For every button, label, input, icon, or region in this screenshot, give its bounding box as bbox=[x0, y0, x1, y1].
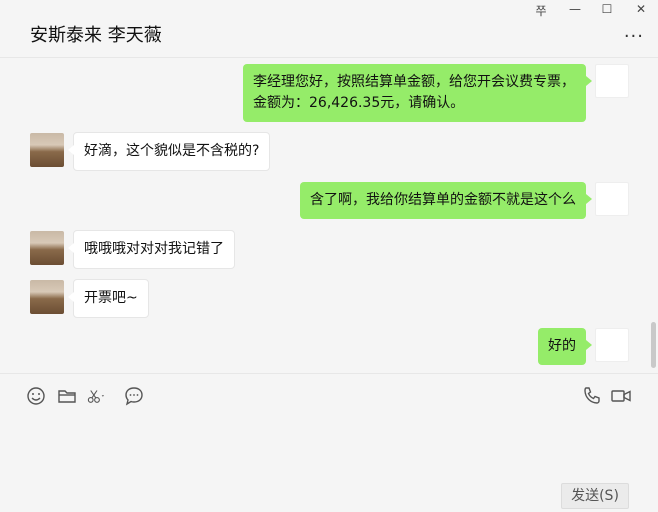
avatar[interactable] bbox=[595, 328, 629, 362]
avatar[interactable] bbox=[30, 133, 64, 167]
message-bubble-other[interactable]: 哦哦哦对对对我记错了 bbox=[68, 230, 235, 269]
phone-icon[interactable] bbox=[581, 385, 603, 407]
send-button[interactable]: 发送(S) bbox=[561, 483, 629, 509]
maximize-button[interactable]: ☐ bbox=[592, 2, 622, 20]
chat-scrollbar[interactable] bbox=[651, 322, 656, 368]
message-bubble-self[interactable]: 李经理您好，按照结算单金额，给您开会议费专票， 金额为：26,426.35元，请… bbox=[243, 64, 592, 122]
message-input[interactable] bbox=[0, 414, 658, 482]
scissors-icon[interactable] bbox=[86, 385, 114, 407]
chat-title: 安斯泰来 李天薇 bbox=[30, 25, 162, 46]
more-options-button[interactable]: ··· bbox=[624, 26, 644, 47]
message-list[interactable]: 李经理您好，按照结算单金额，给您开会议费专票， 金额为：26,426.35元，请… bbox=[0, 59, 658, 373]
message-text-line1: 李经理您好，按照结算单金额，给您开会议费专票， bbox=[253, 74, 575, 90]
message-bubble-other[interactable]: 好滴，这个貌似是不含税的? bbox=[67, 132, 271, 171]
title-bar: 쭈 — ☐ ✕ 安斯泰来 李天薇 ··· bbox=[0, 0, 658, 58]
avatar[interactable] bbox=[30, 231, 64, 265]
message-bubble-self[interactable]: 含了啊，我给你结算单的金额不就是这个么 bbox=[300, 182, 592, 219]
divider bbox=[0, 373, 658, 374]
message-text: 好的 bbox=[548, 338, 576, 354]
emoji-icon[interactable] bbox=[25, 385, 47, 407]
pin-icon[interactable]: 쭈 bbox=[526, 2, 556, 20]
folder-icon[interactable] bbox=[56, 385, 78, 407]
minimize-button[interactable]: — bbox=[560, 2, 590, 20]
avatar[interactable] bbox=[30, 280, 64, 314]
avatar[interactable] bbox=[595, 64, 629, 98]
chat-bubble-icon[interactable] bbox=[123, 385, 145, 407]
message-text: 好滴，这个貌似是不含税的? bbox=[84, 143, 260, 159]
video-icon[interactable] bbox=[610, 385, 632, 407]
message-text: 哦哦哦对对对我记错了 bbox=[84, 241, 224, 257]
message-text: 开票吧~ bbox=[84, 290, 138, 306]
avatar[interactable] bbox=[595, 182, 629, 216]
message-bubble-self[interactable]: 好的 bbox=[538, 328, 592, 365]
message-text: 含了啊，我给你结算单的金额不就是这个么 bbox=[310, 192, 576, 208]
message-bubble-other[interactable]: 开票吧~ bbox=[68, 279, 149, 318]
close-button[interactable]: ✕ bbox=[626, 2, 656, 20]
message-text-line2: 金额为：26,426.35元，请确认。 bbox=[253, 95, 465, 111]
